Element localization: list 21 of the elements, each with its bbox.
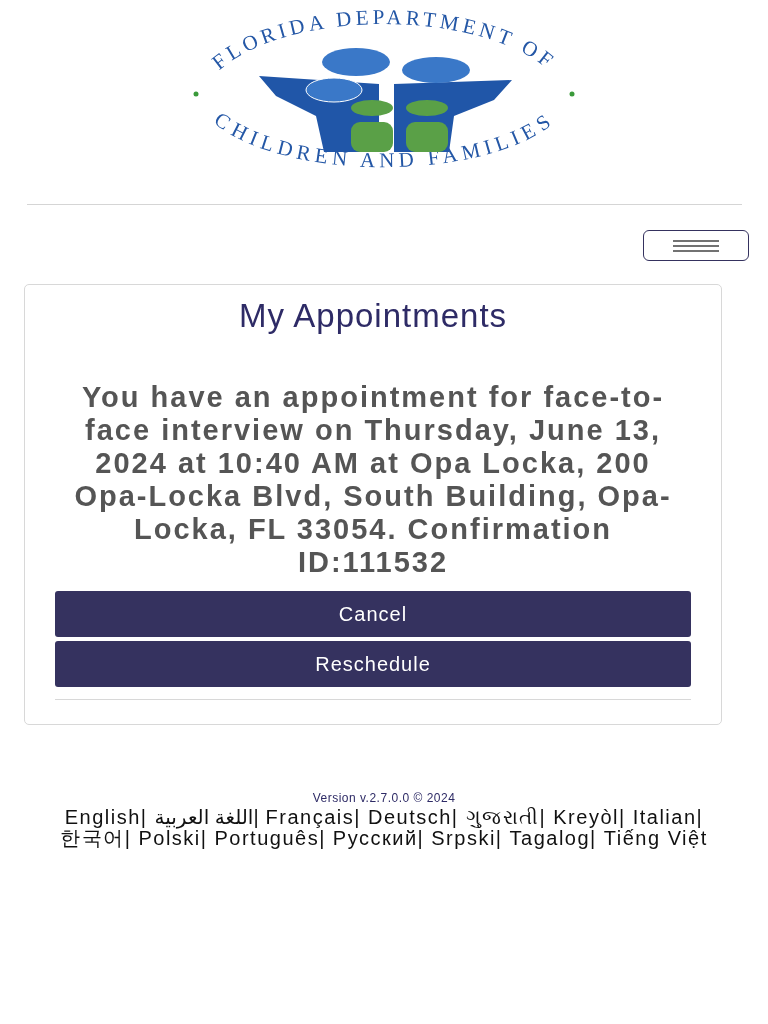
menu-button[interactable] [643, 230, 749, 261]
language-link[interactable]: 한국어| [60, 828, 132, 849]
language-link[interactable]: اللغة العربية| [154, 807, 259, 828]
language-link[interactable]: Polski| [138, 828, 208, 849]
language-link[interactable]: English| [64, 807, 148, 828]
language-link[interactable]: Kreyòl| [553, 807, 626, 828]
action-button[interactable]: Reschedule [55, 641, 691, 687]
language-link[interactable]: Русский| [332, 828, 425, 849]
language-link[interactable]: Srpski| [431, 828, 503, 849]
language-link[interactable]: Tiếng Việt [603, 828, 708, 849]
language-link[interactable]: Français| [265, 807, 361, 828]
menu-icon [673, 239, 719, 252]
action-button[interactable]: Cancel [55, 591, 691, 637]
language-link[interactable]: Português| [214, 828, 326, 849]
language-link[interactable]: Deutsch| [368, 807, 459, 828]
language-link[interactable]: Tagalog| [509, 828, 597, 849]
language-link[interactable]: ગુજરાતી| [465, 807, 547, 828]
page-title: My Appointments [238, 297, 508, 335]
language-link[interactable]: Italian| [632, 807, 704, 828]
appointment-message: You have an appointment for face-to-face interview on Thursday, June 13, 2024 at 10:40 AM at Opa Locka, 200 Opa-Locka Blvd, South Building, Opa-Locka, FL 33054. Confirmation ID:111532 [73, 381, 673, 579]
version-text: Version v.2.7.0.0 © 2024 [312, 791, 456, 805]
